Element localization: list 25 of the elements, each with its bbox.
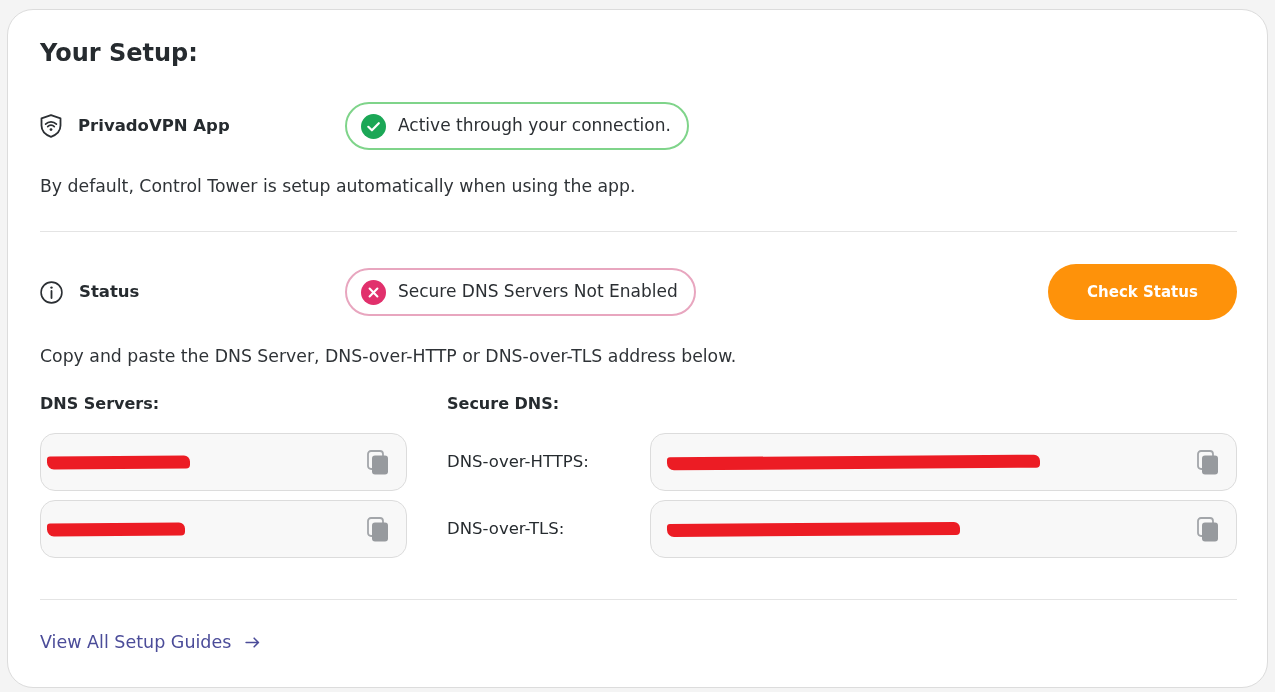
secure-dns-heading: Secure DNS:	[447, 393, 561, 415]
dns-address-field[interactable]	[650, 500, 1237, 558]
info-icon	[40, 280, 63, 304]
app-label: PrivadoVPN App	[78, 114, 230, 137]
dns-servers-heading: DNS Servers:	[40, 393, 161, 415]
instructions-text: Copy and paste the DNS Server, DNS-over-HTTP or DNS-over-TLS address below.	[40, 345, 738, 368]
shield-wifi-icon	[40, 114, 62, 138]
arrow-right-icon[interactable]	[245, 636, 261, 648]
copy-icon[interactable]	[367, 449, 389, 475]
dns-address-field[interactable]	[40, 500, 407, 558]
status-text: Active through your connection.	[398, 114, 671, 138]
dns-type-label: DNS-over-HTTPS:	[447, 450, 589, 473]
copy-icon[interactable]	[1197, 516, 1219, 542]
section-title: Your Setup:	[40, 38, 199, 68]
status-label: Status	[79, 280, 140, 303]
copy-icon[interactable]	[1197, 449, 1219, 475]
dns-address-field[interactable]	[40, 433, 407, 491]
check-circle-icon	[361, 113, 386, 139]
setup-guides-link[interactable]: View All Setup Guides	[40, 630, 261, 654]
copy-icon[interactable]	[367, 516, 389, 542]
dns-address-field[interactable]	[650, 433, 1237, 491]
setup-note: By default, Control Tower is setup automatically when using the app.	[40, 175, 637, 198]
dns-type-label: DNS-over-TLS:	[447, 517, 565, 540]
x-circle-icon	[361, 279, 386, 305]
status-text: Secure DNS Servers Not Enabled	[398, 280, 678, 304]
